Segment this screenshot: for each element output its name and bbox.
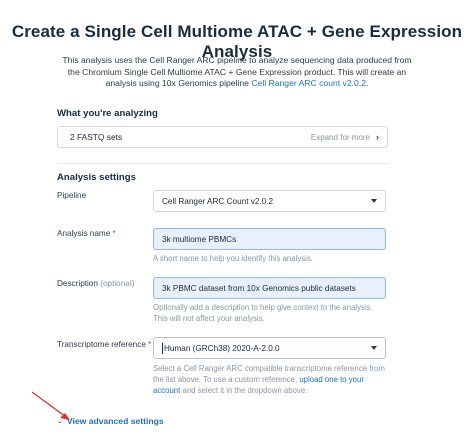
caret-down-icon: [371, 199, 377, 203]
description-label-text: Description: [57, 279, 98, 288]
settings-heading: Analysis settings: [57, 172, 136, 183]
section-divider: [57, 163, 388, 164]
required-marker: *: [112, 229, 116, 238]
required-marker: *: [148, 340, 152, 349]
chevron-right-icon: ›: [376, 132, 379, 142]
transcriptome-select[interactable]: Human (GRCh38) 2020-A-2.0.0: [153, 337, 386, 359]
intro-text: This analysis uses the Cell Ranger ARC p…: [62, 55, 412, 90]
transcriptome-value: Human (GRCh38) 2020-A-2.0.0: [164, 343, 280, 353]
analysis-name-label-text: Analysis name: [57, 229, 111, 238]
transcriptome-label-text: Transcriptome reference: [57, 340, 146, 349]
analysis-name-input[interactable]: 3k multiome PBMCs: [153, 228, 386, 250]
transcriptome-label: Transcriptome reference *: [57, 340, 151, 349]
caret-down-icon: [371, 346, 377, 350]
pipeline-version-link[interactable]: Cell Ranger ARC count v2.0.2: [251, 78, 366, 88]
chevron-down-icon: ⌄: [57, 418, 63, 425]
text-cursor: [162, 342, 163, 354]
analysis-name-help: A short name to help you identify this a…: [153, 254, 313, 263]
analyzing-heading: What you're analyzing: [57, 108, 158, 119]
pipeline-select[interactable]: Cell Ranger ARC Count v2.0.2: [153, 190, 386, 212]
expand-for-more[interactable]: Expand for more: [311, 133, 370, 142]
intro-end: .: [365, 78, 369, 88]
advanced-label: View advanced settings: [66, 416, 164, 426]
description-input[interactable]: 3k PBMC dataset from 10x Genomics public…: [153, 277, 386, 299]
transcriptome-help-end: and select it in the dropdown above.: [180, 386, 308, 395]
analysis-name-label: Analysis name *: [57, 229, 116, 238]
view-advanced-settings[interactable]: ⌄ View advanced settings: [57, 416, 164, 426]
fastq-count: 2 FASTQ sets: [70, 132, 123, 142]
transcriptome-help: Select a Cell Ranger ARC compatible tran…: [153, 363, 388, 396]
pipeline-value: Cell Ranger ARC Count v2.0.2: [162, 196, 274, 206]
description-help: Optionally add a description to help giv…: [153, 303, 373, 323]
optional-marker: (optional): [100, 279, 135, 288]
pipeline-label: Pipeline: [57, 191, 87, 200]
description-label: Description (optional): [57, 279, 134, 288]
fastq-sets-summary[interactable]: 2 FASTQ sets Expand for more ›: [57, 126, 388, 148]
